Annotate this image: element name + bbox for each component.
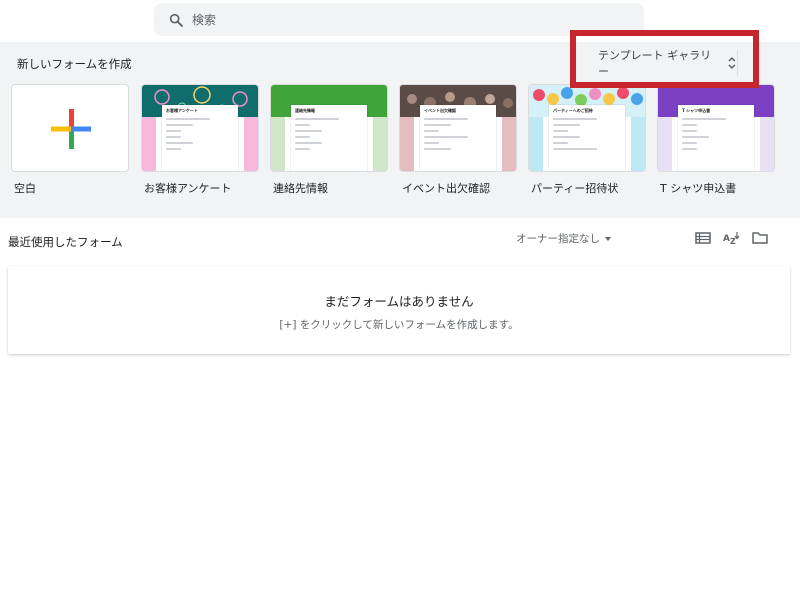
preview-line <box>553 124 581 126</box>
template-label: T シャツ申込書 <box>660 182 737 195</box>
template-accent <box>244 117 258 171</box>
template-accent <box>529 117 543 171</box>
sort-az-icon[interactable]: A Z <box>722 230 740 246</box>
template-accent <box>631 117 645 171</box>
preview-line <box>682 136 710 138</box>
form-preview: お客様アンケート <box>162 105 238 171</box>
form-preview: 連絡先情報 <box>291 105 367 171</box>
folder-icon[interactable] <box>751 230 769 246</box>
form-preview-title: イベント出欠確認 <box>424 108 456 113</box>
owner-filter-dropdown[interactable]: オーナー指定なし <box>516 231 611 246</box>
template-contact-info[interactable]: 連絡先情報 連絡先情報 <box>270 84 388 196</box>
caret-down-icon <box>605 236 611 241</box>
owner-filter-label: オーナー指定なし <box>516 233 600 245</box>
preview-line <box>424 124 452 126</box>
template-thumbnail[interactable] <box>11 84 129 172</box>
template-accent <box>271 117 285 171</box>
template-gallery-label: テンプレート ギャラリー <box>598 49 712 78</box>
preview-line <box>295 142 323 144</box>
preview-line <box>553 130 568 132</box>
form-preview-title: T シャツ申込書 <box>682 108 711 113</box>
search-icon[interactable] <box>168 12 184 28</box>
section-title: 新しいフォームを作成 <box>17 57 132 71</box>
template-label: イベント出欠確認 <box>402 182 490 195</box>
template-party-invite[interactable]: パーティーへのご招待 パーティー招待状 <box>528 84 646 196</box>
preview-line <box>166 124 194 126</box>
recent-forms-header: 最近使用したフォーム オーナー指定なし A Z <box>0 218 800 263</box>
template-thumbnail[interactable]: お客様アンケート <box>141 84 259 172</box>
template-thumbnail[interactable]: イベント出欠確認 <box>399 84 517 172</box>
empty-state-subtitle: [+] をクリックして新しいフォームを作成します。 <box>279 319 519 331</box>
preview-line <box>424 148 452 150</box>
preview-line <box>295 124 310 126</box>
search-bar[interactable] <box>154 3 644 36</box>
preview-line <box>424 130 439 132</box>
template-accent <box>658 117 672 171</box>
preview-line <box>295 118 340 120</box>
preview-line <box>166 148 181 150</box>
empty-state-card: まだフォームはありません [+] をクリックして新しいフォームを作成します。 <box>8 266 790 354</box>
form-preview: イベント出欠確認 <box>420 105 496 171</box>
preview-line <box>553 118 598 120</box>
preview-line <box>682 148 697 150</box>
template-gallery-button[interactable]: テンプレート ギャラリー <box>588 49 738 78</box>
template-label: 連絡先情報 <box>273 182 328 195</box>
list-view-icon[interactable] <box>694 230 712 246</box>
form-preview-title: お客様アンケート <box>166 108 198 113</box>
unfold-icon <box>728 57 736 69</box>
preview-line <box>424 136 469 138</box>
template-tshirt-order[interactable]: T シャツ申込書 T シャツ申込書 <box>657 84 775 196</box>
plus-icon <box>51 109 91 149</box>
form-preview: T シャツ申込書 <box>678 105 754 171</box>
template-label: お客様アンケート <box>144 182 232 195</box>
preview-line <box>553 148 598 150</box>
preview-line <box>424 142 439 144</box>
template-thumbnail[interactable]: 連絡先情報 <box>270 84 388 172</box>
preview-line <box>166 118 211 120</box>
recent-forms-title: 最近使用したフォーム <box>8 235 123 249</box>
preview-line <box>166 136 181 138</box>
template-section: 新しいフォームを作成 テンプレート ギャラリー 空白 お客様アンケート お客様ア… <box>0 42 800 218</box>
template-accent <box>760 117 774 171</box>
svg-text:A: A <box>723 234 730 244</box>
preview-line <box>553 142 568 144</box>
form-preview-title: パーティーへのご招待 <box>553 108 593 113</box>
template-thumbnail[interactable]: T シャツ申込書 <box>657 84 775 172</box>
preview-line <box>682 142 697 144</box>
template-event-rsvp[interactable]: イベント出欠確認 イベント出欠確認 <box>399 84 517 196</box>
template-thumbnail[interactable]: パーティーへのご招待 <box>528 84 646 172</box>
template-accent <box>373 117 387 171</box>
preview-line <box>295 136 310 138</box>
preview-line <box>682 124 697 126</box>
search-input[interactable] <box>192 3 632 36</box>
form-preview-title: 連絡先情報 <box>295 108 315 113</box>
preview-line <box>295 148 310 150</box>
template-accent <box>502 117 516 171</box>
preview-line <box>553 136 581 138</box>
template-customer-survey[interactable]: お客様アンケート お客様アンケート <box>141 84 259 196</box>
top-bar <box>0 0 800 42</box>
preview-line <box>166 130 181 132</box>
template-accent <box>400 117 414 171</box>
preview-line <box>424 118 469 120</box>
preview-line <box>166 142 194 144</box>
preview-line <box>295 130 323 132</box>
empty-state-title: まだフォームはありません <box>324 294 474 309</box>
form-preview: パーティーへのご招待 <box>549 105 625 171</box>
template-label: パーティー招待状 <box>531 182 619 195</box>
template-blank[interactable]: 空白 <box>11 84 129 196</box>
template-label: 空白 <box>14 182 36 195</box>
template-accent <box>142 117 156 171</box>
preview-line <box>682 118 727 120</box>
svg-text:Z: Z <box>730 237 736 246</box>
preview-line <box>682 130 697 132</box>
